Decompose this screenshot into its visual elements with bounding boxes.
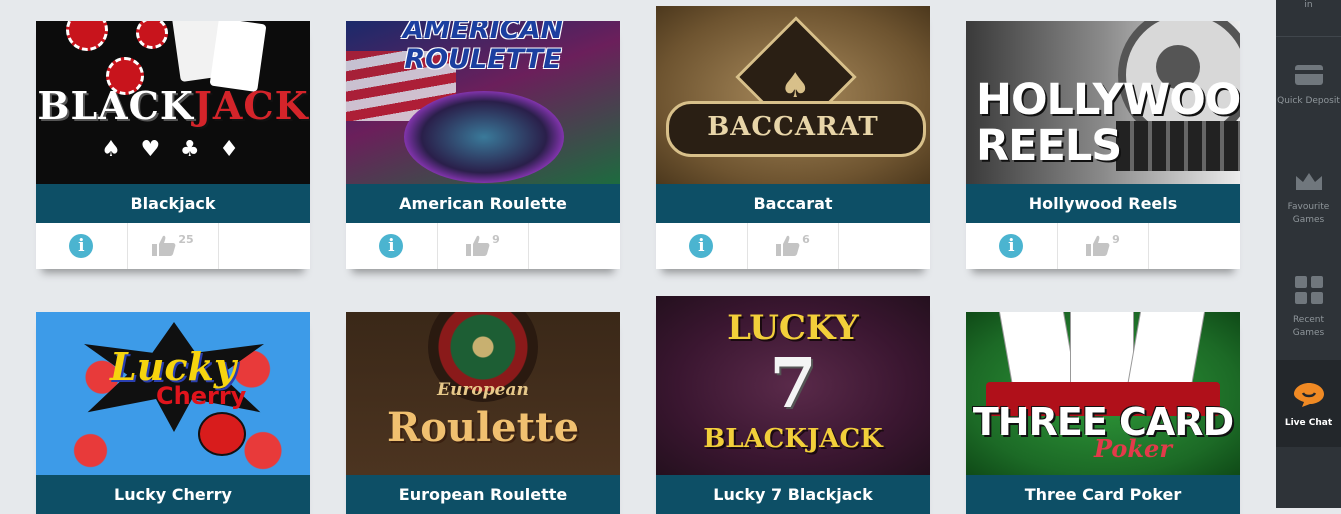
game-thumbnail[interactable]: HOLLYWOOD REELS bbox=[966, 21, 1240, 184]
game-actions: i 9 bbox=[346, 223, 620, 269]
game-card-baccarat[interactable]: ♠ BACCARAT Baccarat i 6 bbox=[656, 6, 930, 269]
sidebar-item-live-chat[interactable]: Live Chat bbox=[1276, 360, 1341, 447]
game-grid: BLACKJACK ♠ ♥ ♣ ♦ Blackjack i 25 AMERICA… bbox=[0, 0, 1276, 514]
game-title[interactable]: Blackjack bbox=[36, 184, 310, 223]
like-count: 9 bbox=[492, 233, 500, 246]
logo-word-black: BLACK bbox=[37, 83, 194, 128]
chat-bubble-icon bbox=[1293, 383, 1324, 407]
like-count: 6 bbox=[802, 233, 810, 246]
like-count: 25 bbox=[178, 233, 194, 246]
info-button[interactable]: i bbox=[36, 223, 128, 269]
game-thumbnail[interactable]: THREE CARD Poker bbox=[966, 312, 1240, 475]
game-thumbnail[interactable]: BLACKJACK ♠ ♥ ♣ ♦ bbox=[36, 21, 310, 184]
like-button[interactable]: 9 bbox=[1058, 223, 1150, 269]
right-sidebar: in Quick Deposit Favourite Games Recent … bbox=[1276, 0, 1341, 508]
like-button[interactable]: 25 bbox=[128, 223, 220, 269]
game-title[interactable]: Lucky 7 Blackjack bbox=[656, 475, 930, 514]
logo-text: HOLLYWOOD REELS bbox=[976, 75, 1240, 171]
game-title[interactable]: European Roulette bbox=[346, 475, 620, 514]
sidebar-divider bbox=[1276, 36, 1341, 37]
sidebar-item-quick-deposit[interactable]: Quick Deposit bbox=[1276, 64, 1341, 108]
game-thumbnail[interactable]: Lucky Cherry bbox=[36, 312, 310, 475]
logo-text: BACCARAT bbox=[707, 112, 879, 142]
game-card-three-card-poker[interactable]: THREE CARD Poker Three Card Poker bbox=[966, 312, 1240, 514]
game-thumbnail[interactable]: European Roulette bbox=[346, 312, 620, 475]
game-thumbnail[interactable]: LUCKY 7 BLACKJACK bbox=[656, 296, 930, 475]
logo-word-european: European bbox=[437, 380, 529, 400]
game-thumbnail[interactable]: ♠ BACCARAT bbox=[656, 6, 930, 184]
info-icon: i bbox=[379, 234, 404, 258]
game-title[interactable]: American Roulette bbox=[346, 184, 620, 223]
grid-icon bbox=[1294, 276, 1323, 304]
info-icon: i bbox=[69, 234, 94, 258]
info-icon: i bbox=[999, 234, 1024, 258]
cherry-mascot bbox=[198, 412, 246, 456]
sidebar-item-partial[interactable]: in bbox=[1276, 0, 1341, 14]
like-count: 9 bbox=[1112, 233, 1120, 246]
thumbs-up-icon bbox=[776, 235, 800, 256]
info-button[interactable]: i bbox=[656, 223, 748, 269]
empty-action bbox=[1149, 223, 1240, 269]
game-title[interactable]: Hollywood Reels bbox=[966, 184, 1240, 223]
game-actions: i 25 bbox=[36, 223, 310, 269]
sidebar-item-favourite-games[interactable]: Favourite Games bbox=[1276, 172, 1341, 227]
empty-action bbox=[839, 223, 930, 269]
info-button[interactable]: i bbox=[346, 223, 438, 269]
game-card-european-roulette[interactable]: European Roulette European Roulette bbox=[346, 312, 620, 514]
logo-word-poker: Poker bbox=[1094, 434, 1172, 463]
empty-action bbox=[219, 223, 310, 269]
logo-word-jack: JACK bbox=[193, 83, 309, 128]
game-card-blackjack[interactable]: BLACKJACK ♠ ♥ ♣ ♦ Blackjack i 25 bbox=[36, 21, 310, 269]
logo-word-blackjack: BLACKJACK bbox=[703, 424, 883, 454]
logo-text: AMERICAN ROULETTE bbox=[402, 21, 564, 75]
suit-icons: ♠ ♥ ♣ ♦ bbox=[101, 137, 245, 162]
sidebar-item-recent-games[interactable]: Recent Games bbox=[1276, 275, 1341, 340]
crown-icon bbox=[1295, 173, 1322, 190]
game-card-hollywood-reels[interactable]: HOLLYWOOD REELS Hollywood Reels i 9 bbox=[966, 21, 1240, 269]
game-title[interactable]: Three Card Poker bbox=[966, 475, 1240, 514]
game-thumbnail[interactable]: AMERICAN ROULETTE bbox=[346, 21, 620, 184]
empty-action bbox=[529, 223, 620, 269]
game-title[interactable]: Baccarat bbox=[656, 184, 930, 223]
game-card-american-roulette[interactable]: AMERICAN ROULETTE American Roulette i 9 bbox=[346, 21, 620, 269]
like-button[interactable]: 9 bbox=[438, 223, 530, 269]
logo-word-roulette: Roulette bbox=[386, 404, 580, 451]
game-title[interactable]: Lucky Cherry bbox=[36, 475, 310, 514]
spade-icon: ♠ bbox=[780, 66, 811, 106]
game-actions: i 9 bbox=[966, 223, 1240, 269]
info-button[interactable]: i bbox=[966, 223, 1058, 269]
info-icon: i bbox=[689, 234, 714, 258]
card-icon bbox=[1294, 65, 1323, 85]
thumbs-up-icon bbox=[152, 235, 176, 256]
logo-word-lucky: LUCKY bbox=[727, 308, 859, 348]
game-card-lucky-cherry[interactable]: Lucky Cherry Lucky Cherry bbox=[36, 312, 310, 514]
thumbs-up-icon bbox=[1086, 235, 1110, 256]
logo-word-cherry: Cherry bbox=[156, 382, 247, 410]
logo-seven: 7 bbox=[769, 344, 817, 424]
like-button[interactable]: 6 bbox=[748, 223, 840, 269]
game-card-lucky-7-blackjack[interactable]: LUCKY 7 BLACKJACK Lucky 7 Blackjack bbox=[656, 296, 930, 514]
thumbs-up-icon bbox=[466, 235, 490, 256]
game-actions: i 6 bbox=[656, 223, 930, 269]
